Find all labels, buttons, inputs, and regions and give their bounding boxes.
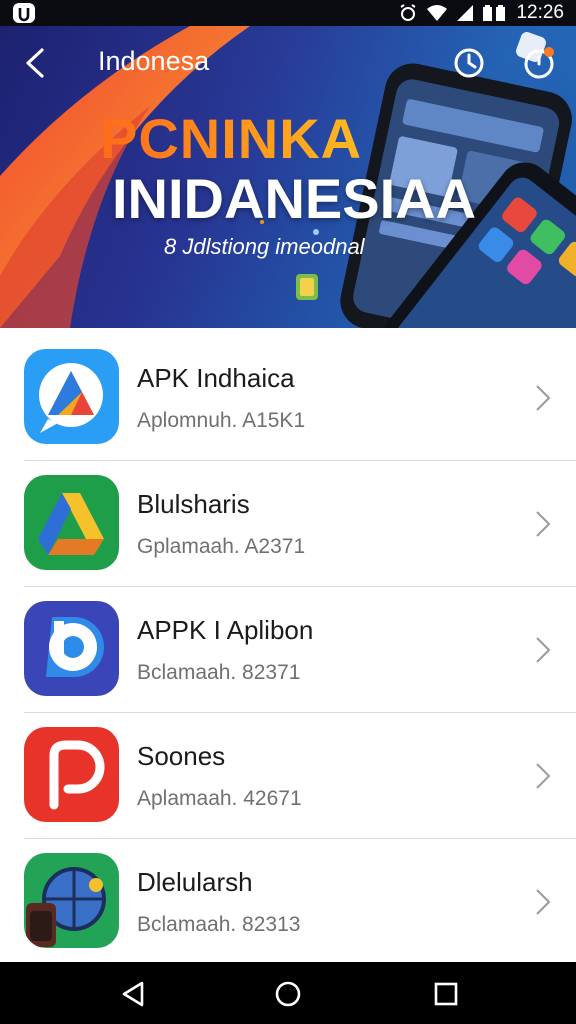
- history-icon: [454, 48, 484, 78]
- battery-icon: [482, 4, 508, 22]
- app-name: APPK I Aplibon: [137, 615, 314, 645]
- status-time: 12:26: [516, 2, 564, 23]
- nav-home-icon: [275, 981, 301, 1007]
- nav-home-button[interactable]: [273, 979, 303, 1009]
- back-arrow-icon: [26, 48, 44, 78]
- chevron-right-icon: [536, 763, 551, 789]
- app-list: APK Indhaica Aplomnuh. A15K1 Blulsharis …: [0, 335, 576, 965]
- blue-triangle-chat-icon: [24, 349, 119, 444]
- page-title: Indonesa: [98, 46, 210, 76]
- app-notification-icon: [12, 2, 36, 24]
- chevron-right-icon: [536, 385, 551, 411]
- alarm-icon: [398, 3, 418, 23]
- green-drive-triangle-icon: [24, 475, 119, 570]
- hero-headline-primary: PCNINKA: [100, 106, 500, 171]
- list-item[interactable]: APPK I Aplibon Bclamaah. 82371: [0, 587, 576, 713]
- green-globe-app-icon: [24, 853, 119, 948]
- chevron-right-icon: [536, 637, 551, 663]
- wifi-icon: [426, 4, 448, 22]
- app-name: APK Indhaica: [137, 363, 295, 393]
- app-subtitle: Aplomnuh. A15K1: [137, 409, 306, 432]
- app-name: Blulsharis: [137, 489, 250, 519]
- chevron-right-icon: [536, 889, 551, 915]
- hero-subtitle: 8 Jdlstiong imeodnal: [164, 234, 365, 259]
- list-item[interactable]: Dlelularsh Bclamaah. 82313: [0, 839, 576, 965]
- app-name: Dlelularsh: [137, 867, 253, 897]
- nav-back-icon: [122, 981, 144, 1007]
- nav-recents-button[interactable]: [431, 979, 461, 1009]
- app-header: Indonesa: [0, 26, 576, 98]
- app-subtitle: Aplamaah. 42671: [137, 787, 302, 810]
- history-button[interactable]: [452, 46, 486, 80]
- signal-icon: [456, 4, 474, 22]
- app-subtitle: Gplamaah. A2371: [137, 535, 306, 558]
- nav-recents-icon: [434, 982, 458, 1006]
- app-subtitle: Bclamaah. 82371: [137, 661, 301, 684]
- timer-button[interactable]: [522, 46, 556, 80]
- blue-d-letter-icon: [24, 601, 119, 696]
- app-subtitle: Bclamaah. 82313: [137, 913, 301, 936]
- status-bar: 12:26: [0, 0, 576, 26]
- app-name: Soones: [137, 741, 226, 771]
- hero-banner: Indonesa PCNINKA INIDANESIAA 8 Jdlstiong…: [0, 26, 576, 328]
- red-p-letter-icon: [24, 727, 119, 822]
- nav-back-button[interactable]: [118, 979, 148, 1009]
- hero-headline-secondary: INIDANESIAA: [112, 167, 477, 230]
- navigation-bar: [0, 962, 576, 1024]
- timer-icon: [524, 47, 554, 79]
- list-item[interactable]: APK Indhaica Aplomnuh. A15K1: [0, 335, 576, 461]
- list-item[interactable]: Blulsharis Gplamaah. A2371: [0, 461, 576, 587]
- list-item[interactable]: Soones Aplamaah. 42671: [0, 713, 576, 839]
- back-button[interactable]: [22, 46, 50, 80]
- chevron-right-icon: [536, 511, 551, 537]
